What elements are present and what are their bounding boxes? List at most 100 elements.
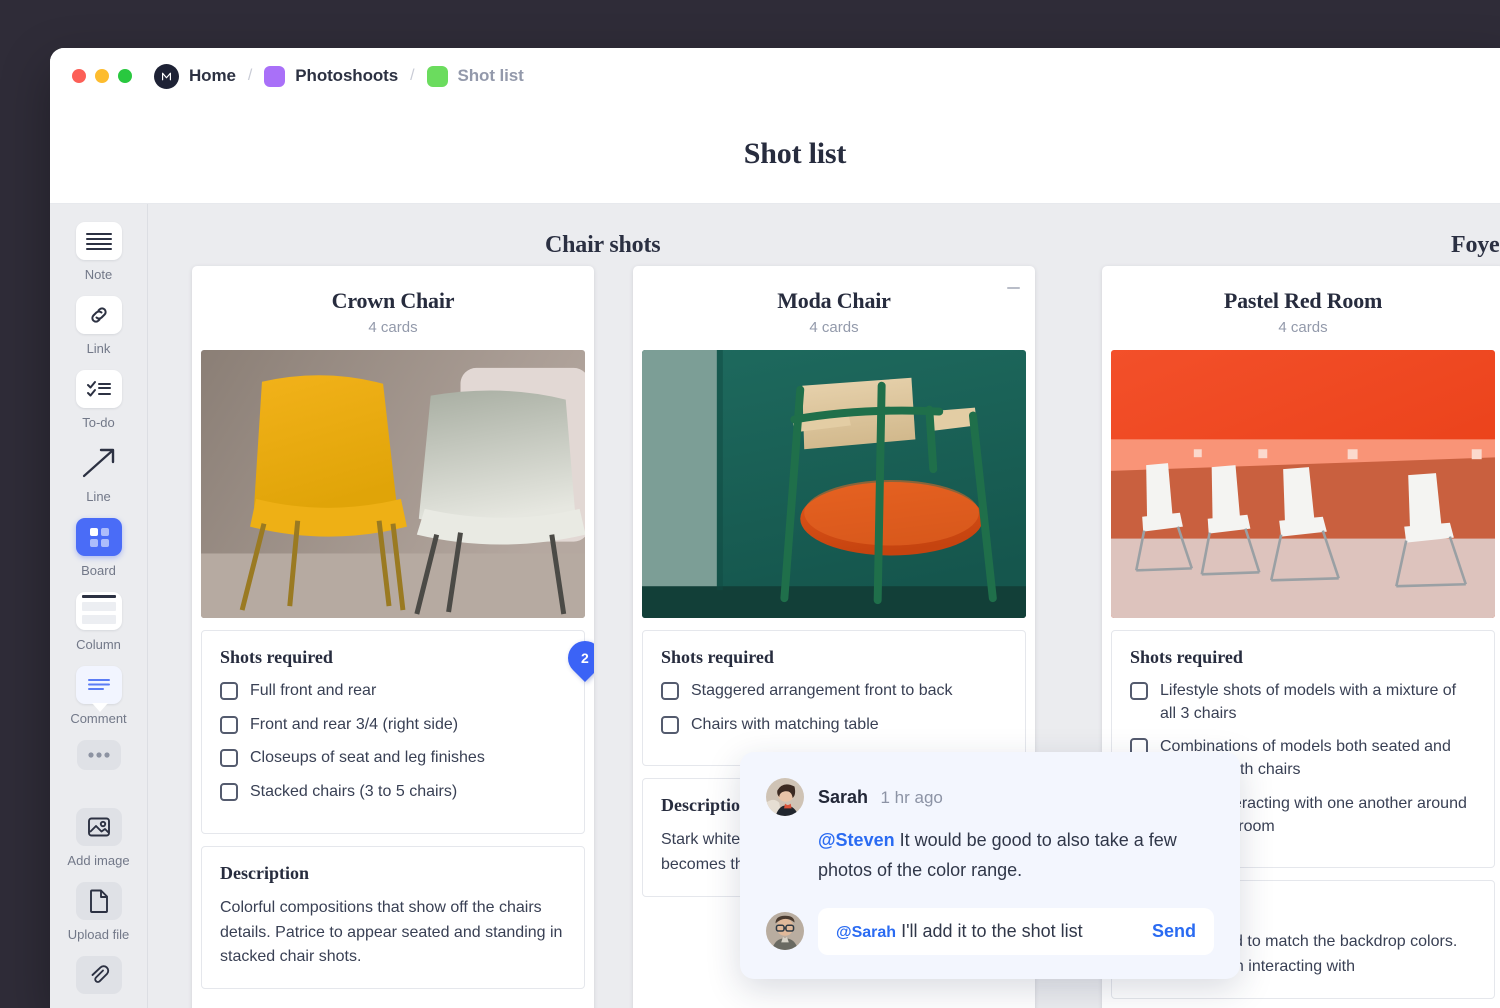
sidebar-item-upload-file[interactable]: Upload file	[50, 882, 148, 942]
title-bar: Home / Photoshoots / Shot list	[50, 48, 1500, 104]
milanote-logo-icon	[154, 63, 179, 89]
reply-input[interactable]: @Sarah I'll add it to the shot list Send	[818, 907, 1214, 955]
comment-count-value: 2	[581, 650, 589, 667]
comment-mention[interactable]: @Steven	[818, 830, 895, 850]
card-count: 4 cards	[368, 319, 418, 336]
checklist-item[interactable]: Lifestyle shots of models with a mixture…	[1130, 680, 1476, 725]
checkbox-icon[interactable]	[1130, 682, 1148, 700]
checkbox-icon[interactable]	[661, 682, 679, 700]
comment-body: @Steven It would be good to also take a …	[818, 826, 1214, 886]
sidebar-item-todo[interactable]: To-do	[50, 370, 148, 430]
card-image-orange-room-white-chairs	[1111, 350, 1495, 618]
checkbox-icon[interactable]	[220, 682, 238, 700]
sidebar-item-board[interactable]: Board	[50, 518, 148, 578]
column-icon	[75, 592, 122, 630]
comment-popup[interactable]: Sarah 1 hr ago @Steven It would be good …	[740, 752, 1240, 979]
card-header: Moda Chair 4 cards	[633, 266, 1035, 350]
sidebar-label-todo: To-do	[82, 415, 115, 430]
checklist-item[interactable]: Full front and rear	[220, 680, 566, 703]
checklist-item[interactable]: Front and rear 3/4 (right side)	[220, 714, 566, 737]
comment-meta: Sarah 1 hr ago	[818, 787, 943, 808]
panel-title: Shots required	[661, 647, 774, 667]
breadcrumb-label-shot-list: Shot list	[457, 66, 524, 85]
sidebar-label-note: Note	[84, 267, 113, 282]
sidebar-item-more[interactable]	[50, 740, 148, 770]
breadcrumb-separator: /	[247, 67, 253, 84]
card-image-yellow-and-grey-chairs	[201, 350, 585, 618]
sidebar-label-board: Board	[81, 563, 116, 578]
sidebar-item-link[interactable]: Link	[50, 296, 148, 356]
reply-input-text: @Sarah I'll add it to the shot list	[836, 921, 1083, 942]
reply-text: I'll add it to the shot list	[896, 920, 1083, 941]
card-header: Pastel Red Room 4 cards	[1102, 266, 1500, 350]
checkbox-icon[interactable]	[661, 715, 679, 734]
checklist-label: Stacked chairs (3 to 5 chairs)	[250, 783, 458, 801]
card-header: Crown Chair 4 cards	[192, 266, 594, 350]
checklist-label: Lifestyle shots of models with a mixture…	[1160, 682, 1457, 722]
sidebar-item-column[interactable]: Column	[50, 592, 148, 652]
close-window-button[interactable]	[72, 69, 86, 83]
panel-title: Shots required	[220, 647, 333, 667]
sidebar-item-note[interactable]: Note	[50, 222, 148, 282]
breadcrumb-item-photoshoots[interactable]: Photoshoots	[264, 65, 399, 87]
card-title: Crown Chair	[331, 288, 455, 313]
note-icon	[75, 222, 122, 260]
avatar-sarah[interactable]	[766, 778, 804, 816]
checkbox-icon[interactable]	[220, 715, 238, 734]
breadcrumb-item-shot-list[interactable]: Shot list	[426, 65, 524, 87]
comment-author: Sarah	[818, 786, 869, 807]
card-image-green-wall-wooden-chair	[642, 350, 1026, 618]
checklist-label: Full front and rear	[250, 682, 377, 699]
app-window: Home / Photoshoots / Shot list Shot list	[50, 48, 1500, 1008]
comment-reply-row: @Sarah I'll add it to the shot list Send	[766, 907, 1214, 955]
card-count: 4 cards	[1278, 319, 1328, 336]
zoom-window-button[interactable]	[118, 69, 132, 83]
board-icon	[75, 518, 122, 556]
page-title-band: Shot list	[50, 104, 1500, 204]
section-title-foyer: Foyer	[1451, 232, 1500, 258]
sidebar-item-attachment[interactable]	[50, 956, 148, 994]
more-horizontal-icon	[76, 740, 121, 770]
shots-required-panel: 2 Shots required Full front and rear Fro…	[201, 630, 594, 834]
breadcrumb-separator: /	[410, 67, 415, 84]
todo-icon	[75, 370, 122, 408]
sidebar-label-add-image: Add image	[67, 853, 130, 868]
traffic-lights	[72, 69, 132, 83]
breadcrumb-label-home: Home	[189, 66, 236, 85]
checklist-label: Staggered arrangement front to back	[691, 682, 953, 699]
panel-title: Shots required	[1130, 647, 1243, 667]
checkbox-icon[interactable]	[220, 783, 238, 802]
card-title: Moda Chair	[777, 288, 891, 313]
board-canvas[interactable]: Chair shots Foyer Crown Chair 4 cards	[148, 204, 1500, 1008]
breadcrumb-item-home[interactable]: Home	[154, 63, 236, 89]
sidebar-label-column: Column	[76, 637, 121, 652]
checkbox-icon[interactable]	[220, 749, 238, 768]
comment-icon	[75, 666, 122, 712]
checklist-item[interactable]: Stacked chairs (3 to 5 chairs)	[220, 781, 566, 804]
section-title-chair-shots: Chair shots	[545, 232, 661, 258]
checklist-item[interactable]: Chairs with matching table	[661, 714, 1007, 737]
collapse-card-button[interactable]	[1005, 280, 1021, 296]
checklist-item[interactable]: Closeups of seat and leg finishes	[220, 747, 566, 770]
upload-file-icon	[75, 882, 122, 920]
sidebar-label-link: Link	[86, 341, 111, 356]
checklist-label: Front and rear 3/4 (right side)	[250, 715, 459, 733]
sidebar-item-add-image[interactable]: Add image	[50, 808, 148, 868]
color-swatch-icon	[264, 65, 286, 87]
checklist-label: Closeups of seat and leg finishes	[250, 749, 485, 767]
send-button[interactable]: Send	[1152, 921, 1196, 942]
card-crown-chair[interactable]: Crown Chair 4 cards 2 Shots required Ful…	[192, 266, 594, 1008]
avatar-steven[interactable]	[766, 912, 804, 951]
description-panel: Description Colorful compositions that s…	[201, 845, 585, 990]
sidebar-item-line[interactable]: Line	[50, 444, 148, 504]
link-icon	[75, 296, 122, 334]
page-title: Shot list	[743, 136, 847, 170]
breadcrumb-label-photoshoots: Photoshoots	[295, 66, 399, 85]
panel-title: Description	[220, 862, 309, 883]
sidebar-item-comment[interactable]: Comment	[50, 666, 148, 726]
comment-header: Sarah 1 hr ago	[766, 778, 1214, 816]
description-text: Colorful compositions that show off the …	[220, 898, 563, 966]
minimize-window-button[interactable]	[95, 69, 109, 83]
card-title: Pastel Red Room	[1223, 288, 1383, 313]
checklist-item[interactable]: Staggered arrangement front to back	[661, 680, 1007, 703]
